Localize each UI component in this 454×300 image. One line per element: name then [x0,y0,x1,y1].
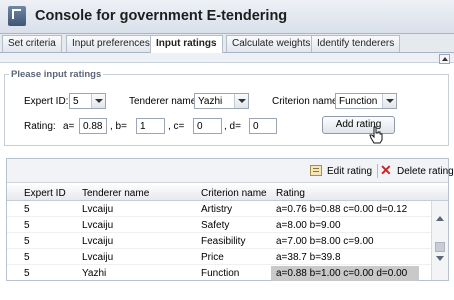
cell-rating: a=38.7 b=39.8 [276,252,341,263]
cell-tenderer-name: Lvcaiju [82,236,114,247]
d-label: , d= [224,121,241,132]
chevron-down-icon[interactable] [382,94,396,108]
cell-tenderer-name: Yazhi [82,268,107,279]
chevron-down-icon[interactable] [91,94,105,108]
column-header-rating[interactable]: Rating [276,188,305,199]
rating-a-input[interactable]: 0.88 [79,118,107,134]
criterion-name-value: Function [339,96,378,107]
edit-rating-button[interactable]: Edit rating [327,166,372,177]
cell-rating: a=0.76 b=0.88 c=0.00 d=0.12 [276,204,408,215]
criterion-name-label: Criterion name: [272,96,341,107]
hand-cursor-icon [369,126,383,144]
rating-d-input[interactable]: 0 [249,118,277,134]
tab-input-preferences[interactable]: Input preferences [66,35,156,52]
rating-b-input[interactable]: 1 [136,118,165,134]
a-label: a= [63,121,75,132]
table-row[interactable]: 5 Lvcaiju Artistry a=0.76 b=0.88 c=0.00 … [7,201,431,217]
tenderer-name-label: Tenderer name: [129,96,200,107]
column-header-criterion-name[interactable]: Criterion name [201,188,267,199]
ratings-legend: Please input ratings [9,69,104,80]
chevron-down-icon[interactable] [234,94,248,108]
table-row[interactable]: 5 Lvcaiju Price a=38.7 b=39.8 [7,249,431,265]
cell-criterion-name: Price [201,252,224,263]
b-label: , b= [110,121,127,132]
tenderer-name-select[interactable]: Yazhi [194,93,249,109]
cell-rating: a=7.00 b=8.00 c=9.00 [276,236,374,247]
tab-calculate-weights[interactable]: Calculate weights [226,35,317,52]
title-bar: Console for government E-tendering [0,0,454,34]
cell-expert-id: 5 [24,252,30,263]
cell-expert-id: 5 [24,204,30,215]
rating-c-input[interactable]: 0 [193,118,222,134]
panel-header-strip [0,53,454,63]
c-label: , c= [168,121,185,132]
expert-id-select[interactable]: 5 [69,93,106,109]
table-row[interactable]: 5 Lvcaiju Safety a=8.00 b=9.00 [7,217,431,233]
tab-input-ratings[interactable]: Input ratings [150,35,223,53]
delete-rating-button[interactable]: Delete rating [397,166,454,177]
app-title: Console for government E-tendering [35,8,288,24]
toolbar-divider [377,164,378,178]
collapse-panel-icon[interactable] [439,54,450,64]
cell-expert-id: 5 [24,268,30,279]
delete-x-icon[interactable]: ✕ [380,163,392,177]
cell-criterion-name: Function [201,268,240,279]
tenderer-name-value: Yazhi [198,96,223,107]
column-header-tenderer-name[interactable]: Tenderer name [82,188,149,199]
scroll-up-icon[interactable] [436,216,445,222]
cell-criterion-name: Feasibility [201,236,246,247]
cell-tenderer-name: Lvcaiju [82,204,114,215]
cell-expert-id: 5 [24,236,30,247]
edit-icon[interactable] [310,165,322,176]
expert-id-label: Expert ID: [24,96,69,107]
tab-set-criteria[interactable]: Set criteria [2,35,62,52]
column-header-expert-id[interactable]: Expert ID [24,188,66,199]
criterion-name-select[interactable]: Function [335,93,397,109]
vertical-scrollbar[interactable] [431,201,448,280]
table-row[interactable]: 5 Lvcaiju Feasibility a=7.00 b=8.00 c=9.… [7,233,431,249]
table-row[interactable]: 5 Yazhi Function a=0.88 b=1.00 c=0.00 d=… [7,265,431,281]
cell-tenderer-name: Lvcaiju [82,252,114,263]
rating-label: Rating: [24,121,56,132]
app-logo-icon [8,6,26,26]
scroll-down-icon[interactable] [436,256,445,262]
cell-expert-id: 5 [24,220,30,231]
cell-rating: a=8.00 b=9.00 [276,220,341,231]
expert-id-value: 5 [73,96,79,107]
tab-identify-tenderers[interactable]: Identify tenderers [311,35,401,52]
scroll-thumb[interactable] [435,242,445,252]
cell-criterion-name: Safety [201,220,230,231]
cell-tenderer-name: Lvcaiju [82,220,114,231]
tab-bar: Set criteria Input preferences Input rat… [0,34,454,53]
cell-criterion-name: Artistry [201,204,233,215]
cell-rating: a=0.88 b=1.00 c=0.00 d=0.00 [276,268,408,279]
add-rating-button[interactable]: Add rating [322,116,395,134]
